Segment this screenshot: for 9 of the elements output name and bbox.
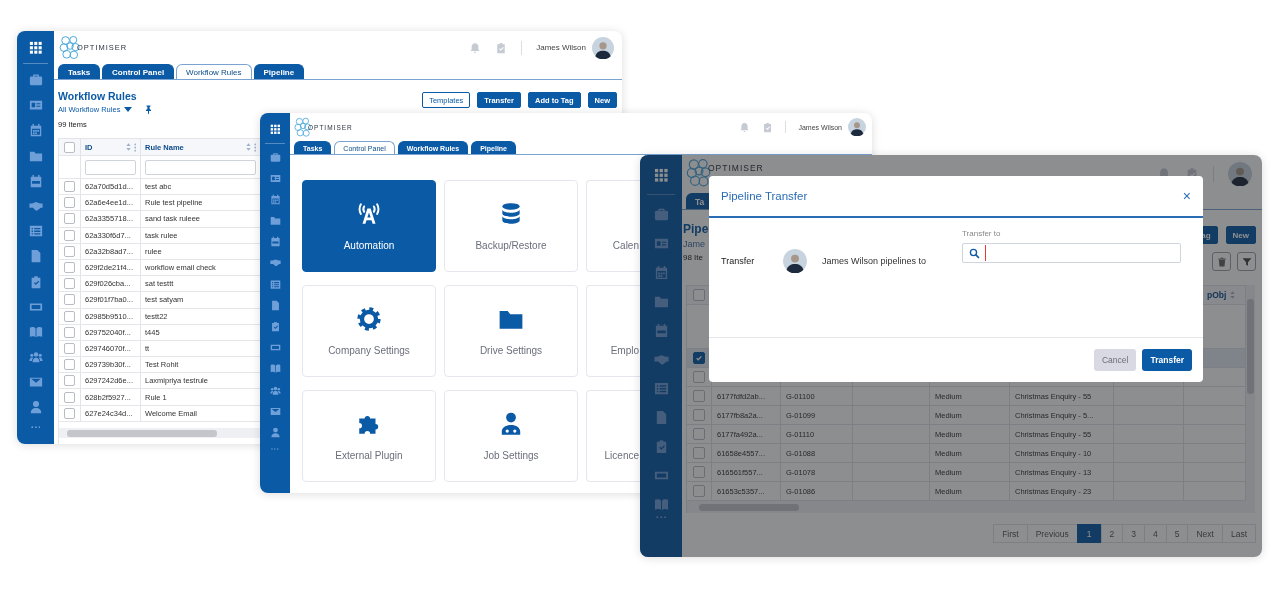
field-label: Transfer: [721, 256, 756, 266]
page-title: Workflow Rules: [58, 90, 138, 102]
page-title: Pipe: [683, 222, 709, 236]
dialog-title: Pipeline Transfer: [721, 190, 808, 202]
logo-text: OPTIMISER: [708, 163, 764, 173]
item-count: 98 Ite: [683, 253, 704, 262]
field-label: Transfer to: [962, 229, 1002, 238]
transfer-text: James Wilson pipelines to: [822, 256, 927, 266]
user-name: James Wilson: [536, 43, 586, 52]
